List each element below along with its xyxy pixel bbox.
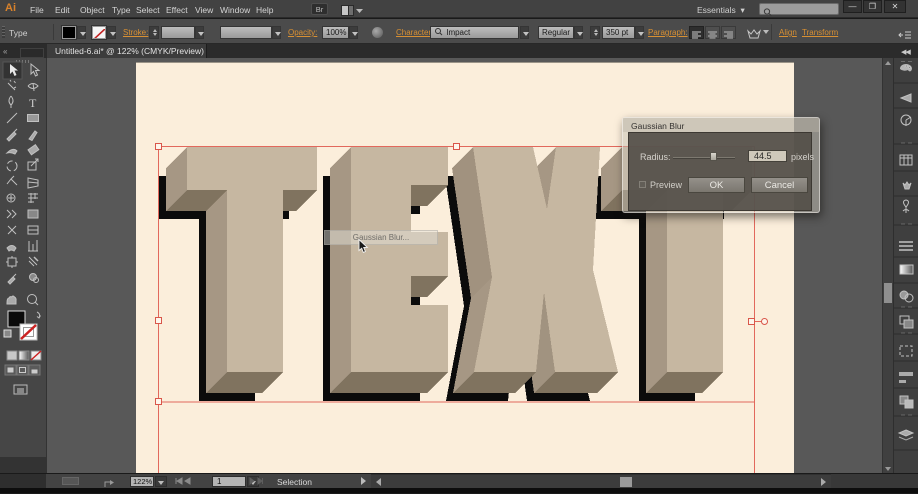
svg-text:T: T <box>29 96 37 110</box>
